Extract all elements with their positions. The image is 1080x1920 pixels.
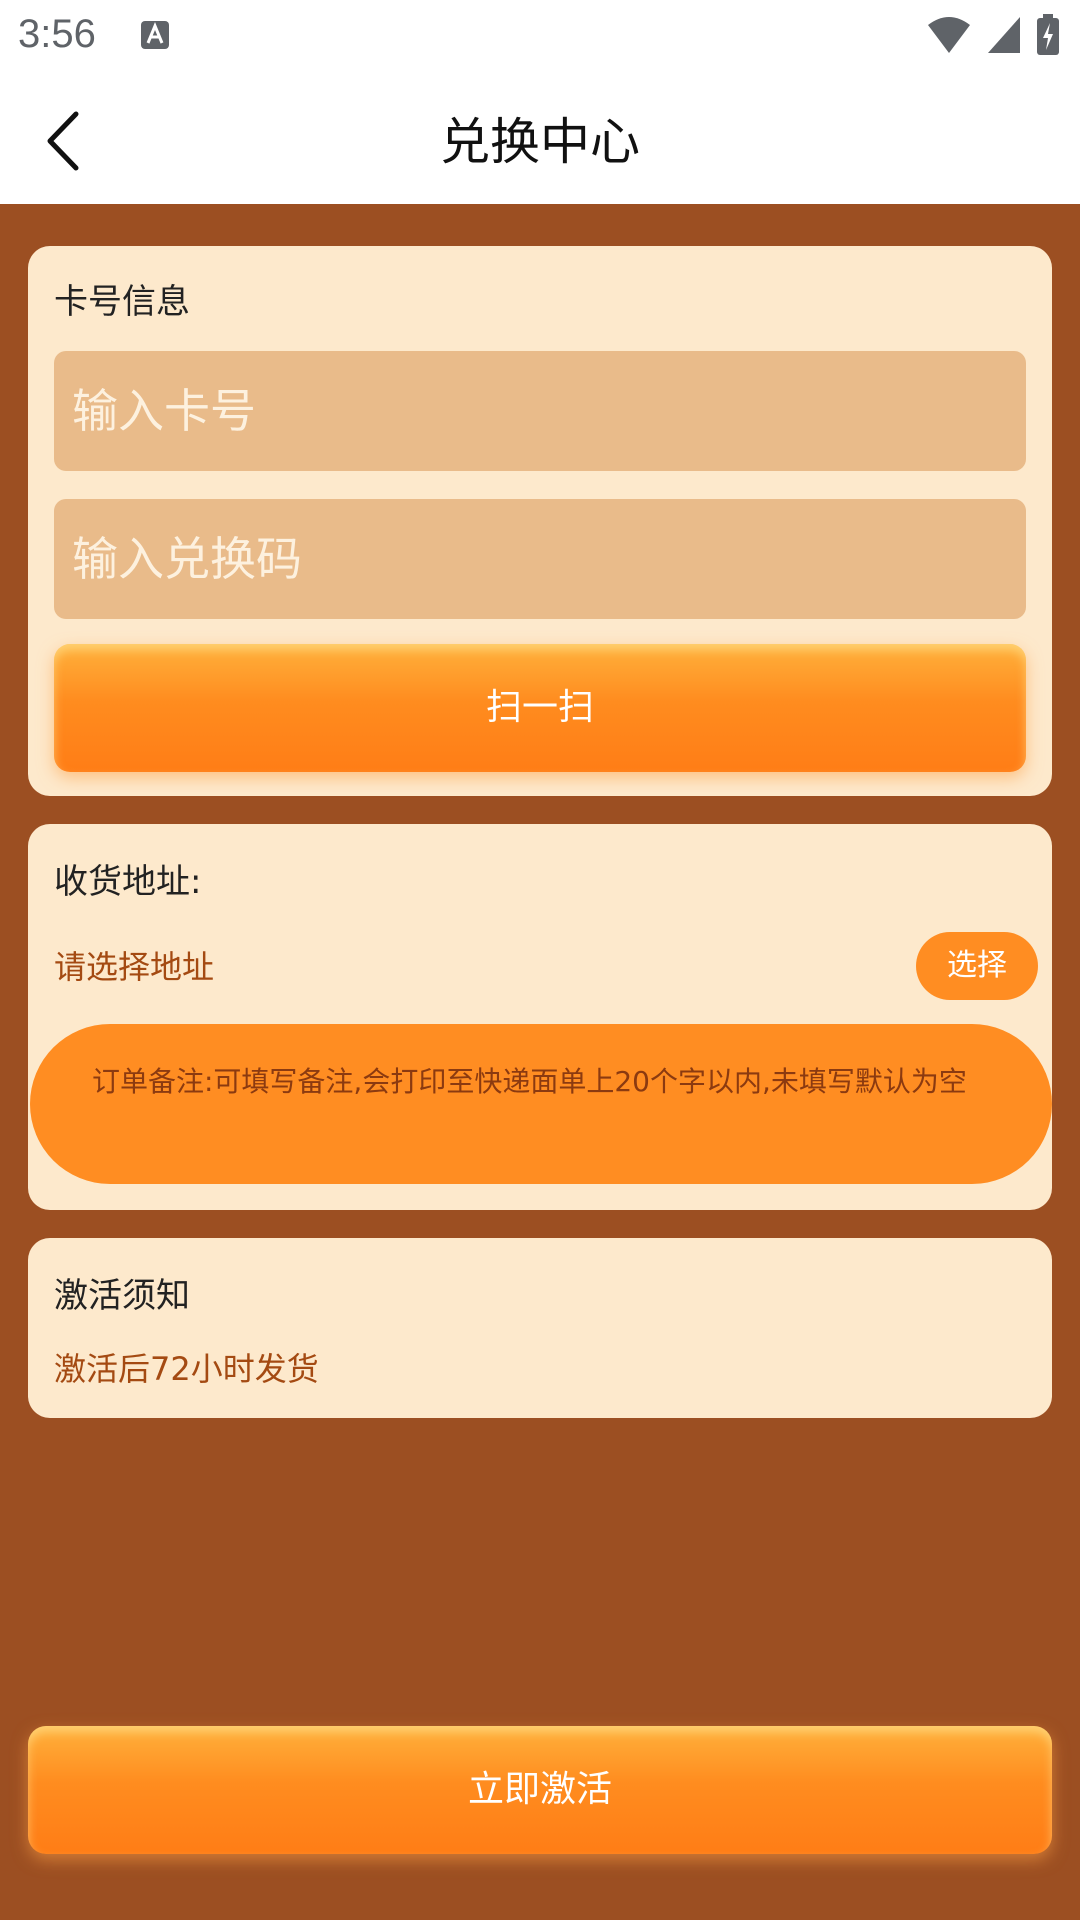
card-info-section: 卡号信息 扫一扫 [28,246,1052,796]
card-number-input[interactable] [54,351,1026,471]
order-note-field[interactable]: 订单备注:可填写备注,会打印至快递面单上20个字以内,未填写默认为空 [30,1024,1052,1184]
status-icons [926,14,1060,56]
address-placeholder[interactable]: 请选择地址 [54,942,214,988]
notice-heading: 激活须知 [54,1276,190,1316]
card-info-heading: 卡号信息 [54,282,190,322]
redeem-code-input[interactable] [54,499,1026,619]
address-section: 收货地址: 请选择地址 选择 订单备注:可填写备注,会打印至快递面单上20个字以… [28,824,1052,1210]
text-a-icon [141,21,169,49]
battery-charging-icon [1037,14,1059,55]
notice-text: 激活后72小时发货 [54,1350,319,1388]
address-heading: 收货地址: [54,862,202,902]
status-time: 3:56 [18,12,96,56]
select-address-button[interactable]: 选择 [916,932,1038,1000]
scan-button[interactable]: 扫一扫 [54,644,1026,772]
activation-notice-section: 激活须知 激活后72小时发货 [28,1238,1052,1418]
status-bar: 3:56 [0,0,1080,74]
app-header: 兑换中心 [0,74,1080,204]
page-title: 兑换中心 [440,113,640,171]
wifi-icon [928,17,970,53]
signal-icon [988,17,1020,53]
activate-now-button[interactable]: 立即激活 [28,1726,1052,1854]
